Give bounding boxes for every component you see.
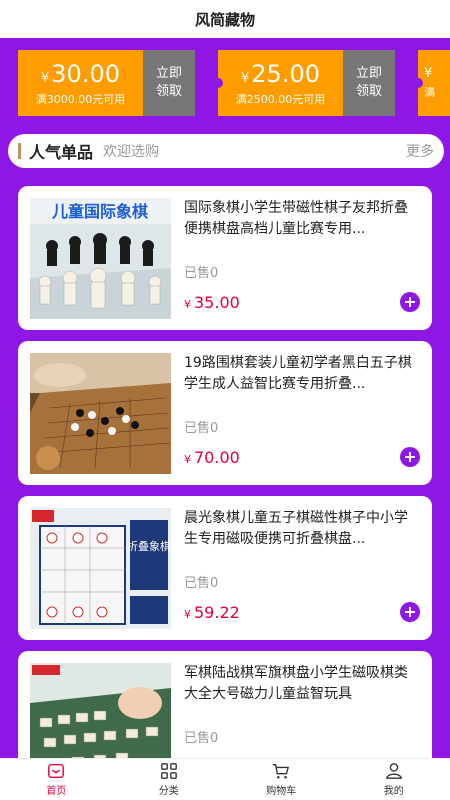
page-title: 风简藏物 (194, 10, 255, 29)
add-to-cart-button[interactable] (400, 602, 420, 622)
price-currency: ¥ (184, 298, 191, 311)
claim-label-line1: 立即 (355, 66, 382, 81)
product-card[interactable]: 折叠象棋 晨光象棋儿童五子棋磁性棋子中小学生专用磁吸便携可折叠棋盘... 已售0… (18, 496, 432, 640)
top-bar: 风简藏物 (0, 0, 450, 38)
claim-coupon-button[interactable]: 立即 领取 (143, 50, 195, 116)
coupon-value: ¥25.00 满2500.00元可用 (213, 50, 343, 116)
product-name[interactable]: 晨光象棋儿童五子棋磁性棋子中小学生专用磁吸便携可折叠棋盘... (184, 508, 420, 550)
product-image (30, 353, 171, 474)
tab-category[interactable]: 分类 (113, 759, 226, 800)
coupon-condition: 满3000.00元可用 (35, 92, 126, 106)
claim-label-line1: 立即 (155, 66, 182, 81)
section-header: 人气单品 欢迎选购 更多 (8, 134, 444, 168)
section-accent-bar (18, 143, 21, 159)
price-currency: ¥ (184, 453, 191, 466)
product-price: ¥70.00 (184, 448, 240, 467)
user-icon (385, 763, 402, 779)
tab-profile[interactable]: 我的 (338, 759, 450, 800)
cart-icon (273, 764, 290, 779)
product-image-caption: 儿童国际象棋 (51, 202, 148, 221)
coupon-value: ¥ 满 (413, 50, 450, 116)
product-sold-count: 已售0 (184, 731, 219, 746)
coupon-amount: 30.00 (51, 59, 120, 88)
more-link[interactable]: 更多 (406, 141, 434, 161)
coupon-card[interactable]: ¥25.00 满2500.00元可用 立即 领取 (213, 50, 395, 116)
product-sold-count: 已售0 (184, 266, 219, 281)
product-sold-count: 已售0 (184, 576, 219, 591)
product-sold-count: 已售0 (184, 421, 219, 436)
coupon-value: ¥30.00 满3000.00元可用 (18, 50, 143, 116)
coupon-card[interactable]: ¥ 满 (413, 50, 450, 116)
claim-coupon-button[interactable]: 立即 领取 (343, 50, 395, 116)
tab-label: 购物车 (266, 786, 297, 797)
price-value: 35.00 (194, 293, 240, 312)
bottom-tab-bar: 首页 分类 购物车 我的 (0, 758, 450, 800)
product-image: 折叠象棋 (30, 508, 171, 629)
coupon-notch (413, 78, 423, 88)
coupon-condition: 满2500.00元可用 (235, 92, 326, 106)
tab-label: 首页 (46, 786, 67, 797)
tab-cart[interactable]: 购物车 (225, 759, 338, 800)
product-card[interactable]: 19路围棋套装儿童初学者黑白五子棋学生成人益智比赛专用折叠... 已售0 ¥70… (18, 341, 432, 485)
section-subtitle: 欢迎选购 (103, 144, 160, 160)
grid-icon (160, 763, 177, 779)
product-name[interactable]: 国际象棋小学生带磁性棋子友邦折叠便携棋盘高档儿童比赛专用... (184, 198, 420, 240)
claim-label-line2: 领取 (355, 84, 382, 99)
product-image: 儿童国际象棋 (30, 198, 171, 319)
claim-label-line2: 领取 (155, 84, 182, 99)
coupon-card[interactable]: ¥30.00 满3000.00元可用 立即 领取 (18, 50, 195, 116)
add-to-cart-button[interactable] (400, 292, 420, 312)
coupon-currency: ¥ (424, 66, 433, 81)
coupon-currency: ¥ (241, 70, 250, 86)
coupon-notch (213, 78, 223, 88)
price-currency: ¥ (184, 608, 191, 621)
product-card[interactable]: 儿童国际象棋 国际象棋小学生带磁性棋子友邦折叠便携棋盘高档儿童比赛专用... 已… (18, 186, 432, 330)
product-price: ¥35.00 (184, 293, 240, 312)
price-value: 70.00 (194, 448, 240, 467)
product-name[interactable]: 军棋陆战棋军旗棋盘小学生磁吸棋类大全大号磁力儿童益智玩具 (184, 663, 420, 705)
product-name[interactable]: 19路围棋套装儿童初学者黑白五子棋学生成人益智比赛专用折叠... (184, 353, 420, 395)
product-price: ¥59.22 (184, 603, 240, 622)
coupon-currency: ¥ (41, 70, 50, 86)
price-value: 59.22 (194, 603, 240, 622)
tab-label: 我的 (383, 786, 404, 797)
section-title: 人气单品 (29, 143, 94, 162)
product-image-caption: 折叠象棋 (127, 539, 171, 553)
add-to-cart-button[interactable] (400, 447, 420, 467)
coupon-condition: 满 (424, 86, 435, 99)
tab-home[interactable]: 首页 (0, 759, 113, 800)
coupon-amount: 25.00 (251, 59, 320, 88)
tab-label: 分类 (158, 786, 179, 797)
home-icon (48, 763, 65, 779)
coupon-strip[interactable]: ¥30.00 满3000.00元可用 立即 领取 ¥25.00 满2500.00… (0, 38, 450, 130)
